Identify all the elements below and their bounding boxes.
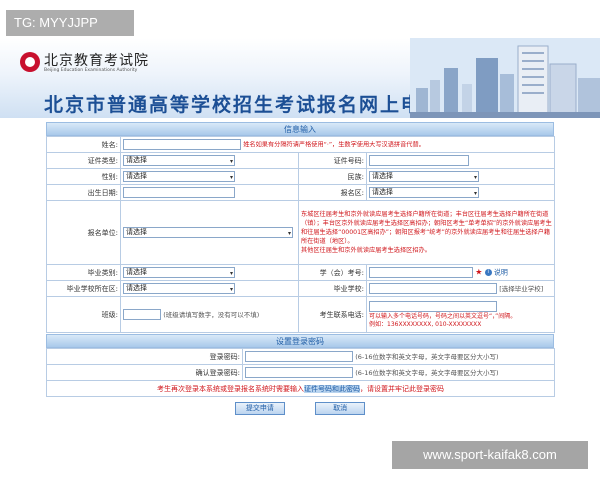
chevron-down-icon: ▾ xyxy=(229,270,233,277)
reg-unit-note: 东城区往届考生和京外就读应届考生选择户籍所在街道；丰台区往届考生选择户籍所在街道… xyxy=(301,211,552,245)
id-number-input[interactable] xyxy=(369,155,469,166)
reminder-text-before: 考生再次登录本系统或登录报名系统时需要输入 xyxy=(157,384,304,393)
phone-note: 可以输入多个电话号码，号码之间以英文逗号“，”间隔。 xyxy=(369,312,517,320)
name-label: 姓名: xyxy=(46,136,121,153)
school-id-label: 学（会）考号: xyxy=(298,264,367,281)
id-type-select[interactable]: 请选择 ▾ xyxy=(123,155,235,166)
city-skyline-illustration xyxy=(410,38,600,118)
form-actions: 提交申请 取消 xyxy=(46,397,554,415)
birth-date-label: 出生日期: xyxy=(46,184,121,201)
confirm-password-label: 确认登录密码: xyxy=(46,364,243,381)
chevron-down-icon: ▾ xyxy=(473,190,477,197)
info-table: 姓名: 姓名如果有分隔符请严格使用“·”，生数字使用大写汉语拼音代替。 证件类型… xyxy=(46,136,556,333)
cancel-button[interactable]: 取消 xyxy=(315,402,366,415)
info-icon[interactable]: i xyxy=(484,269,492,276)
id-type-label: 证件类型: xyxy=(46,152,121,169)
reg-unit-notes: 东城区往届考生和京外就读应届考生选择户籍所在街道；丰台区往届考生选择户籍所在街道… xyxy=(297,200,556,265)
password-table: 登录密码: (6-16位数字和英文字母，英文字母要区分大小写) 确认登录密码: … xyxy=(46,348,555,397)
name-note: 姓名如果有分隔符请严格使用“·”，生数字使用大写汉语拼音代替。 xyxy=(243,141,425,149)
class-input[interactable] xyxy=(123,309,161,321)
class-label: 班级: xyxy=(46,296,121,333)
grad-school-input[interactable] xyxy=(369,283,497,295)
reg-unit-label: 报名单位: xyxy=(46,200,121,265)
grad-district-label: 毕业学校所在区: xyxy=(46,280,121,297)
class-note: (班级请填写数字，没有可以不填) xyxy=(163,310,260,319)
watermark-bottom-right: www.sport-kaifak8.com xyxy=(392,441,588,469)
grad-district-select[interactable]: 请选择 ▾ xyxy=(123,283,235,294)
required-star-icon: ★ xyxy=(475,267,483,277)
school-id-input[interactable] xyxy=(369,267,473,278)
grad-type-label: 毕业类别: xyxy=(46,264,121,281)
chevron-down-icon: ▾ xyxy=(287,230,291,237)
registration-form: 信息输入 姓名: 姓名如果有分隔符请严格使用“·”，生数字使用大写汉语拼音代替。… xyxy=(46,122,556,415)
watermark-top-left: TG: MYYJJPP xyxy=(6,10,134,36)
logo-subtext: Beijing Education Examinations Authority xyxy=(44,68,138,73)
chevron-down-icon: ▾ xyxy=(229,174,233,181)
reg-unit-select[interactable]: 请选择 ▾ xyxy=(123,227,293,238)
info-section-header: 信息输入 xyxy=(46,122,554,136)
logo-text: 北京教育考试院 xyxy=(44,53,149,69)
gender-select[interactable]: 请选择 ▾ xyxy=(123,171,235,182)
submit-button[interactable]: 提交申请 xyxy=(234,402,285,415)
name-input[interactable] xyxy=(123,139,241,150)
confirm-password-rule-note: (6-16位数字和英文字母，英文字母要区分大小写) xyxy=(355,368,499,377)
help-link[interactable]: 说明 xyxy=(494,269,508,277)
grad-type-select[interactable]: 请选择 ▾ xyxy=(123,267,235,278)
phone-label: 考生联系电话: xyxy=(298,296,367,333)
page-title: 北京市普通高等学校招生考试报名网上申请 xyxy=(44,94,444,116)
select-school-button[interactable]: [选择毕业学校] xyxy=(499,285,543,293)
chevron-down-icon: ▾ xyxy=(229,286,233,293)
chevron-down-icon: ▾ xyxy=(229,158,233,165)
header-banner: 北京教育考试院 Beijing Education Examinations A… xyxy=(0,38,600,118)
reminder-highlight: 证件号码和此密码 xyxy=(304,384,360,393)
id-number-label: 证件号码: xyxy=(298,152,367,169)
grad-school-label: 毕业学校: xyxy=(298,280,367,297)
ethnicity-label: 民族: xyxy=(298,168,367,185)
reg-unit-note: 其他区往届生和京外就读应届考生选择区招办。 xyxy=(301,247,431,254)
birth-date-input[interactable] xyxy=(123,187,235,198)
exam-authority-logo-icon xyxy=(20,52,40,72)
password-rule-note: (6-16位数字和英文字母，英文字母要区分大小写) xyxy=(355,352,499,361)
password-label: 登录密码: xyxy=(46,348,243,365)
password-section-header: 设置登录密码 xyxy=(46,334,554,348)
reg-district-label: 报名区: xyxy=(298,184,367,201)
password-reminder: 考生再次登录本系统或登录报名系统时需要输入证件号码和此密码，请设置并牢记此登录密… xyxy=(46,380,555,397)
reminder-text-after: ，请设置并牢记此登录密码 xyxy=(360,384,444,393)
reg-district-select[interactable]: 请选择 ▾ xyxy=(369,187,479,198)
password-input[interactable] xyxy=(245,351,353,363)
phone-input[interactable] xyxy=(369,300,497,312)
gender-label: 性别: xyxy=(46,168,121,185)
ethnicity-select[interactable]: 请选择 ▾ xyxy=(369,171,479,182)
phone-example: 例如：136XXXXXXXX, 010-XXXXXXXX xyxy=(369,320,482,328)
confirm-password-input[interactable] xyxy=(245,367,353,379)
chevron-down-icon: ▾ xyxy=(473,174,477,181)
